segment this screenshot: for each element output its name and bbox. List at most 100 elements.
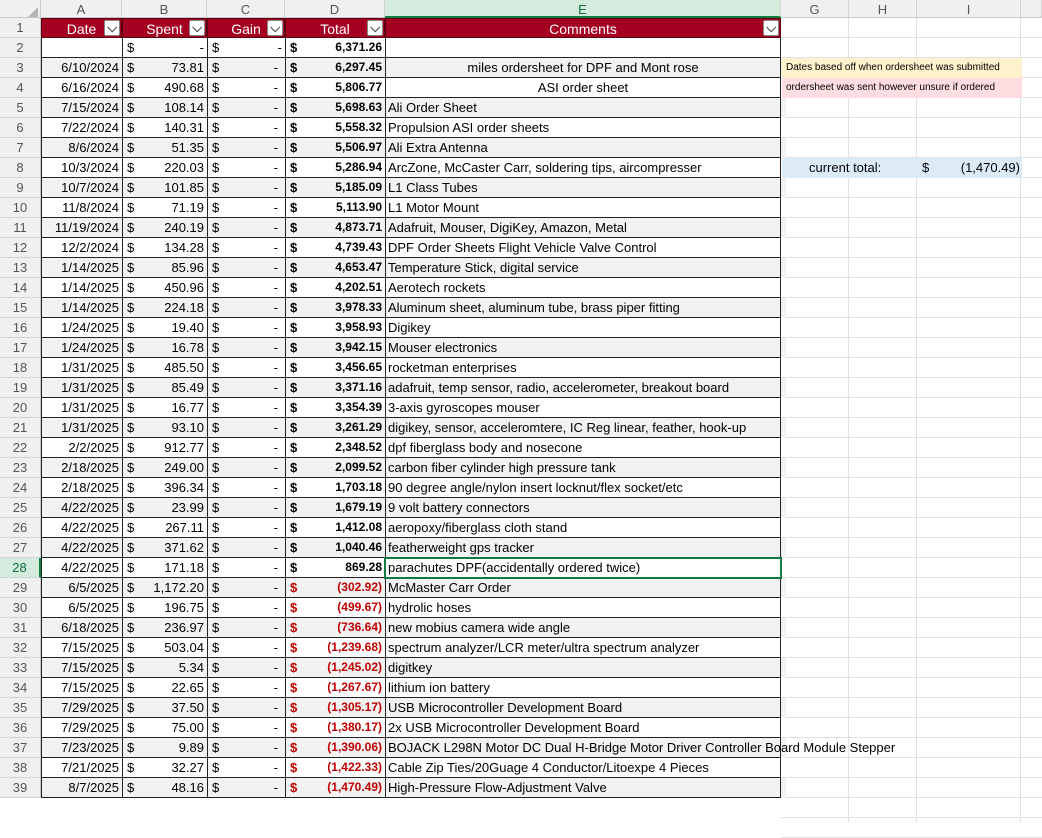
row-header-14[interactable]: 14 bbox=[0, 278, 41, 298]
row-20-date: 1/31/2025 bbox=[61, 400, 119, 415]
row-header-21[interactable]: 21 bbox=[0, 418, 41, 438]
column-header-b[interactable]: B bbox=[122, 0, 207, 18]
row-9-total: 5,185.09 bbox=[335, 180, 382, 194]
row-header-24[interactable]: 24 bbox=[0, 478, 41, 498]
column-header-c[interactable]: C bbox=[207, 0, 285, 18]
row-38-total: (1,422.33) bbox=[327, 760, 382, 774]
selected-cell-e28[interactable] bbox=[384, 557, 782, 579]
row-header-31[interactable]: 31 bbox=[0, 618, 41, 638]
row-header-20[interactable]: 20 bbox=[0, 398, 41, 418]
row-header-5[interactable]: 5 bbox=[0, 98, 41, 118]
row-header-17[interactable]: 17 bbox=[0, 338, 41, 358]
row-37-comment: BOJACK L298N Motor DC Dual H-Bridge Moto… bbox=[388, 740, 896, 755]
row-header-9[interactable]: 9 bbox=[0, 178, 41, 198]
row-header-4[interactable]: 4 bbox=[0, 78, 41, 98]
row-29-spent: 1,172.20 bbox=[153, 580, 204, 595]
row-header-23[interactable]: 23 bbox=[0, 458, 41, 478]
row-15-gain: - bbox=[273, 300, 278, 315]
row-header-19[interactable]: 19 bbox=[0, 378, 41, 398]
row-header-34[interactable]: 34 bbox=[0, 678, 41, 698]
row-header-18[interactable]: 18 bbox=[0, 358, 41, 378]
row-header-3[interactable]: 3 bbox=[0, 58, 41, 78]
filter-gain-dropdown-icon[interactable] bbox=[267, 20, 283, 36]
gridline-horizontal bbox=[781, 677, 1042, 678]
row-header-15[interactable]: 15 bbox=[0, 298, 41, 318]
row-header-39[interactable]: 39 bbox=[0, 778, 41, 798]
gridline-horizontal bbox=[781, 557, 1042, 558]
row-5-total: 5,698.63 bbox=[335, 100, 382, 114]
row-header-7[interactable]: 7 bbox=[0, 138, 41, 158]
row-17-spent: 16.78 bbox=[171, 340, 204, 355]
row-7-spent: 51.35 bbox=[171, 140, 204, 155]
filter-total-dropdown-icon[interactable] bbox=[367, 20, 383, 36]
row-header-26[interactable]: 26 bbox=[0, 518, 41, 538]
row-27-spent: 371.62 bbox=[164, 540, 204, 555]
row-37-spent: 9.89 bbox=[178, 740, 204, 755]
row-17-total: 3,942.15 bbox=[335, 340, 382, 354]
row-header-1[interactable]: 1 bbox=[0, 18, 41, 38]
row-33-spent: 5.34 bbox=[178, 660, 204, 675]
row-23-date: 2/18/2025 bbox=[61, 460, 119, 475]
column-header-a[interactable]: A bbox=[41, 0, 122, 18]
row-4-total: 5,806.77 bbox=[335, 80, 382, 94]
filter-comments-dropdown-icon[interactable] bbox=[763, 20, 779, 36]
filter-spent-dropdown-icon[interactable] bbox=[189, 20, 205, 36]
row-22-gain: - bbox=[273, 440, 278, 455]
column-header-i[interactable]: I bbox=[917, 0, 1021, 18]
row-header-6[interactable]: 6 bbox=[0, 118, 41, 138]
row-header-12[interactable]: 12 bbox=[0, 238, 41, 258]
row-header-27[interactable]: 27 bbox=[0, 538, 41, 558]
row-23-spent: 249.00 bbox=[164, 460, 204, 475]
row-8-gain: - bbox=[273, 160, 278, 175]
gridline-horizontal bbox=[781, 777, 1042, 778]
row-29-comment: McMaster Carr Order bbox=[388, 580, 511, 595]
row-19-comment: adafruit, temp sensor, radio, accelerome… bbox=[388, 380, 730, 395]
row-26-gain: - bbox=[273, 520, 278, 535]
row-header-11[interactable]: 11 bbox=[0, 218, 41, 238]
row-20-spent: 16.77 bbox=[171, 400, 204, 415]
row-header-32[interactable]: 32 bbox=[0, 638, 41, 658]
spreadsheet[interactable]: A B C D E G H I 1 2 3 4 5 6 7 8 9 10 11 12 13 14 15 16 17 18 19 20 2… bbox=[0, 0, 1042, 838]
row-header-38[interactable]: 38 bbox=[0, 758, 41, 778]
row-3-spent: 73.81 bbox=[171, 60, 204, 75]
row-34-comment: lithium ion battery bbox=[388, 680, 490, 695]
row-7-gain: - bbox=[273, 140, 278, 155]
row-header-13[interactable]: 13 bbox=[0, 258, 41, 278]
row-20-total: 3,354.39 bbox=[335, 400, 382, 414]
row-header-8[interactable]: 8 bbox=[0, 158, 41, 178]
row-header-28[interactable]: 28 bbox=[0, 558, 41, 578]
gridline-horizontal bbox=[781, 277, 1042, 278]
row-header-37[interactable]: 37 bbox=[0, 738, 41, 758]
row-13-total: 4,653.47 bbox=[335, 260, 382, 274]
select-all-corner[interactable] bbox=[0, 0, 41, 18]
row-header-16[interactable]: 16 bbox=[0, 318, 41, 338]
row-header-10[interactable]: 10 bbox=[0, 198, 41, 218]
row-header-30[interactable]: 30 bbox=[0, 598, 41, 618]
row-header-22[interactable]: 22 bbox=[0, 438, 41, 458]
column-header-e[interactable]: E bbox=[385, 0, 781, 18]
row-14-gain: - bbox=[273, 280, 278, 295]
column-header-g[interactable]: G bbox=[781, 0, 849, 18]
gridline-horizontal bbox=[781, 517, 1042, 518]
row-20-gain: - bbox=[273, 400, 278, 415]
gridline-horizontal bbox=[781, 537, 1042, 538]
row-header-35[interactable]: 35 bbox=[0, 698, 41, 718]
row-30-comment: hydrolic hoses bbox=[388, 600, 472, 615]
row-3-gain: - bbox=[273, 60, 278, 75]
row-11-comment: Adafruit, Mouser, DigiKey, Amazon, Metal bbox=[388, 220, 627, 235]
column-header-d[interactable]: D bbox=[285, 0, 385, 18]
row-header-36[interactable]: 36 bbox=[0, 718, 41, 738]
row-header-29[interactable]: 29 bbox=[0, 578, 41, 598]
row-23-total: 2,099.52 bbox=[335, 460, 382, 474]
row-29-gain: - bbox=[273, 580, 278, 595]
row-header-33[interactable]: 33 bbox=[0, 658, 41, 678]
row-24-spent: 396.34 bbox=[164, 480, 204, 495]
row-36-date: 7/29/2025 bbox=[61, 720, 119, 735]
column-header-h[interactable]: H bbox=[849, 0, 917, 18]
filter-date-dropdown-icon[interactable] bbox=[104, 20, 120, 36]
row-header-2[interactable]: 2 bbox=[0, 38, 41, 58]
row-8-total: 5,286.94 bbox=[335, 160, 382, 174]
row-39-spent: 48.16 bbox=[171, 780, 204, 795]
row-37-gain: - bbox=[273, 740, 278, 755]
row-header-25[interactable]: 25 bbox=[0, 498, 41, 518]
